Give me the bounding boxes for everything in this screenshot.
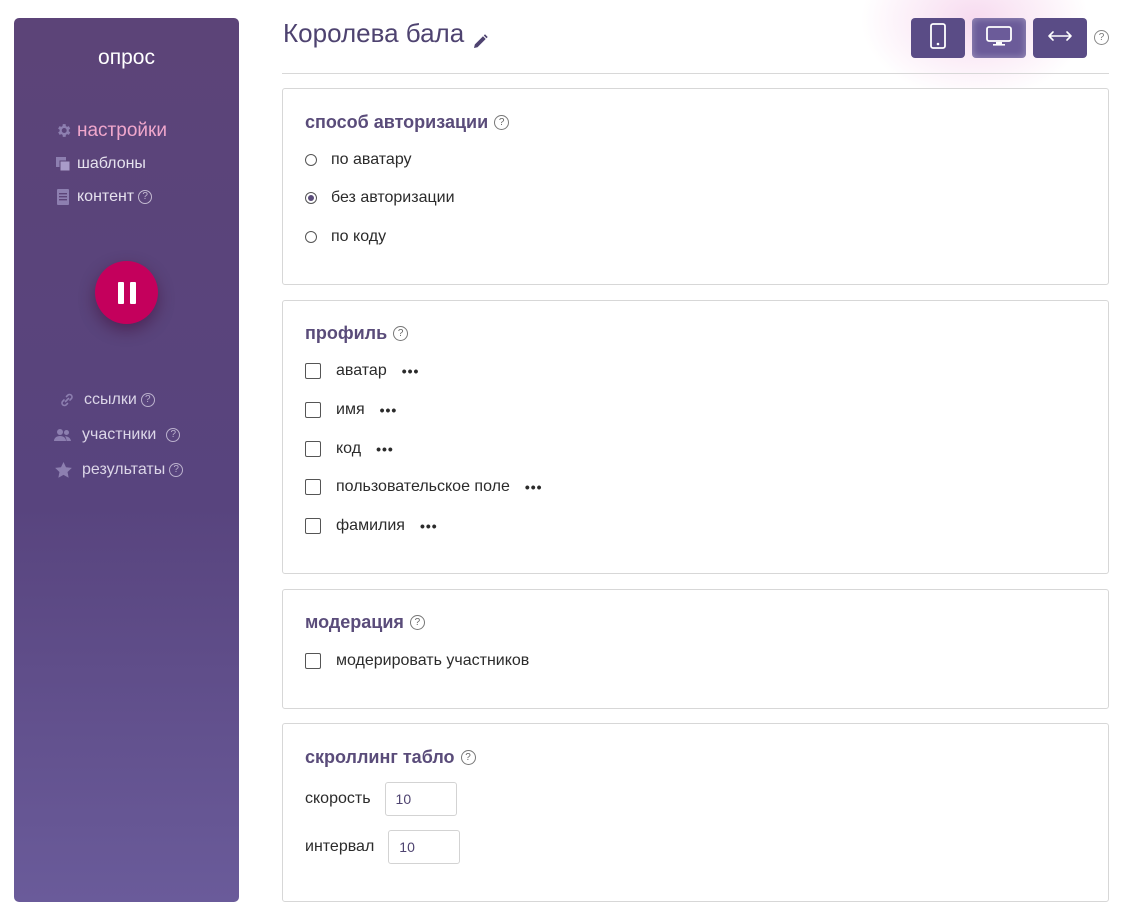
radio-label: по аватару (331, 151, 412, 168)
help-icon[interactable]: ? (140, 392, 155, 407)
field-label: пользовательское поле (336, 478, 510, 495)
desktop-view-button[interactable] (972, 18, 1026, 58)
checkbox[interactable] (305, 441, 321, 457)
moderation-option: модерировать участников (305, 652, 529, 670)
more-options-icon[interactable]: ••• (525, 479, 543, 495)
checkbox[interactable] (305, 363, 321, 379)
star-icon (54, 461, 72, 479)
pause-icon-bar (129, 281, 136, 304)
more-options-icon[interactable]: ••• (420, 518, 438, 534)
sidebar-nav-top: настройки шаблоны контент ? (54, 114, 167, 213)
auth-card: способ авторизации ? по аватару без авто… (282, 88, 1109, 285)
page-title-text: Королева бала (283, 18, 465, 48)
moderation-title: модерация (305, 612, 404, 632)
sidebar-item-label: ссылки (84, 390, 137, 408)
sidebar-item-templates[interactable]: шаблоны (54, 147, 167, 180)
scroll-title: скроллинг табло (305, 747, 455, 767)
radio-button[interactable] (305, 192, 317, 204)
page-title: Королева бала (283, 18, 488, 49)
moderation-heading: модерация ? (305, 612, 425, 633)
sidebar: опрос настройки шаблоны контент ? ссылки… (14, 18, 239, 902)
help-icon[interactable]: ? (169, 462, 184, 477)
help-icon[interactable]: ? (138, 189, 153, 204)
auth-title: способ авторизации (305, 112, 489, 132)
profile-heading: профиль ? (305, 323, 409, 344)
help-icon[interactable]: ? (494, 115, 510, 130)
header-divider (282, 73, 1109, 74)
profile-field-name: имя ••• (305, 401, 397, 419)
checkbox[interactable] (305, 479, 321, 495)
radio-label: без авторизации (331, 189, 455, 206)
option-label: модерировать участников (336, 652, 530, 669)
templates-icon (54, 155, 72, 173)
field-label: имя (336, 401, 365, 418)
checkbox[interactable] (305, 518, 321, 534)
help-icon[interactable]: ? (409, 615, 425, 630)
sidebar-title: опрос (98, 46, 155, 69)
radio-button[interactable] (305, 154, 317, 166)
sidebar-item-label: шаблоны (77, 154, 146, 172)
sidebar-item-participants[interactable]: участники ? (54, 417, 183, 452)
link-icon (58, 391, 76, 409)
more-options-icon[interactable]: ••• (376, 441, 394, 457)
profile-card: профиль ? аватар ••• имя ••• код ••• пол… (282, 300, 1109, 574)
gear-icon (54, 122, 72, 140)
field-label: фамилия (336, 517, 405, 534)
sidebar-item-label: результаты (82, 460, 166, 478)
sidebar-nav-bottom: ссылки ? участники ? результаты ? (54, 382, 184, 487)
mobile-icon (930, 22, 946, 54)
radio-button[interactable] (305, 231, 317, 243)
document-icon (54, 188, 72, 206)
help-icon[interactable]: ? (460, 750, 476, 765)
moderation-card: модерация ? модерировать участников (282, 589, 1109, 709)
auth-option-avatar[interactable]: по аватару (305, 151, 412, 169)
auth-option-none[interactable]: без авторизации (305, 189, 455, 207)
checkbox[interactable] (305, 653, 321, 669)
auth-option-code[interactable]: по коду (305, 228, 386, 246)
profile-field-avatar: аватар ••• (305, 362, 419, 380)
interval-row: интервал (305, 830, 461, 864)
mobile-view-button[interactable] (911, 18, 965, 58)
help-icon[interactable]: ? (1094, 30, 1109, 45)
speed-label: скорость (305, 790, 371, 807)
sidebar-item-settings[interactable]: настройки (54, 114, 167, 147)
sidebar-item-label: настройки (77, 119, 167, 141)
sidebar-item-content[interactable]: контент ? (54, 180, 167, 213)
field-label: аватар (336, 362, 387, 379)
sidebar-item-results[interactable]: результаты ? (54, 452, 184, 487)
scroll-card: скроллинг табло ? скорость интервал (282, 723, 1109, 902)
interval-label: интервал (305, 838, 375, 855)
sidebar-item-label: контент (77, 187, 135, 205)
desktop-icon (986, 25, 1012, 51)
more-options-icon[interactable]: ••• (380, 402, 398, 418)
speed-row: скорость (305, 782, 457, 816)
profile-title: профиль (305, 323, 388, 343)
field-label: код (336, 440, 362, 457)
pause-button[interactable] (95, 261, 158, 324)
sidebar-item-links[interactable]: ссылки ? (54, 382, 183, 417)
profile-field-custom: пользовательское поле ••• (305, 478, 543, 496)
radio-label: по коду (331, 228, 387, 245)
profile-field-surname: фамилия ••• (305, 517, 438, 535)
pause-icon-bar (117, 281, 124, 304)
horizontal-arrows-icon (1047, 29, 1073, 47)
help-icon[interactable]: ? (166, 427, 181, 442)
profile-field-code: код ••• (305, 440, 394, 458)
users-icon (54, 426, 72, 444)
speed-input[interactable] (384, 782, 457, 816)
fit-width-button[interactable] (1033, 18, 1087, 58)
scroll-heading: скроллинг табло ? (305, 747, 476, 768)
interval-input[interactable] (388, 830, 461, 864)
sidebar-item-label: участники (82, 425, 157, 443)
pencil-icon[interactable] (472, 26, 488, 48)
checkbox[interactable] (305, 402, 321, 418)
more-options-icon[interactable]: ••• (402, 363, 420, 379)
auth-heading: способ авторизации ? (305, 112, 510, 133)
help-icon[interactable]: ? (393, 326, 409, 341)
